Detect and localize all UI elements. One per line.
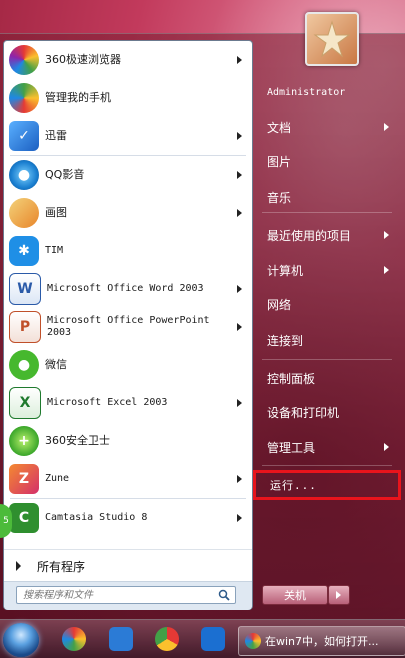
submenu-arrow-icon [384,266,389,274]
excel-icon: X [9,387,41,419]
taskbar-window-title: 在win7中，如何打开... [265,635,379,648]
search-input[interactable] [16,586,236,604]
program-item[interactable]: X Microsoft Excel 2003 [4,384,252,422]
submenu-arrow-icon [384,123,389,131]
run-item[interactable]: 运行... [253,470,401,500]
program-item[interactable]: W Microsoft Office Word 2003 [4,270,252,308]
program-item[interactable]: Z Zune [4,460,252,498]
right-menu-item[interactable]: 管理工具 [253,432,401,462]
program-label: 360极速浏览器 [45,53,121,66]
program-label: Microsoft Office Word 2003 [47,283,204,294]
submenu-arrow-icon [237,514,242,522]
submenu-arrow-icon [237,171,242,179]
program-label: Zune [45,473,70,484]
right-menu-item[interactable]: 设备和打印机 [253,397,401,427]
taskbar-window-icon [245,633,261,649]
right-menu-item[interactable]: 图片 [253,146,401,176]
program-label: 迅雷 [45,129,67,142]
program-label: 微信 [45,358,67,371]
all-programs-label: 所有程序 [37,559,86,574]
programs-pane: 360极速浏览器 管理我的手机 ✓ 迅雷 ● QQ影音画图 ✱ TIM W Microsoft O… [3,40,253,610]
zune-icon: Z [9,464,39,494]
program-label: Camtasia Studio 8 [45,512,148,523]
360-safe-icon: + [9,426,39,456]
right-separator [262,465,392,466]
start-button[interactable] [3,623,39,657]
taskbar-active-window[interactable]: 在win7中，如何打开... [238,626,405,656]
powerpoint-icon: P [9,311,41,343]
all-programs-button[interactable]: 所有程序 [4,549,252,582]
right-menu-label: 计算机 [267,263,304,278]
right-menu-label: 音乐 [267,190,292,205]
program-label: TIM [45,245,64,256]
shutdown-button[interactable]: 关机 [262,585,328,605]
program-item[interactable]: ✱ TIM [4,232,252,270]
triangle-right-icon [16,561,21,571]
submenu-arrow-icon [237,56,242,64]
submenu-arrow-icon [237,399,242,407]
program-label: 360安全卫士 [45,434,110,447]
wechat-icon: ● [9,350,39,380]
qqplayer-icon: ● [9,160,39,190]
search-icon[interactable] [218,589,230,601]
user-avatar[interactable] [305,12,359,66]
program-label: QQ影音 [45,168,85,181]
program-item[interactable]: ✓ 迅雷 [4,117,252,155]
program-item[interactable]: P Microsoft Office PowerPoint 2003 [4,308,252,346]
submenu-arrow-icon [237,285,242,293]
right-menu-label: 管理工具 [267,440,316,455]
program-list: 360极速浏览器 管理我的手机 ✓ 迅雷 ● QQ影音画图 ✱ TIM W Microsoft O… [4,41,252,537]
right-menu-item[interactable]: 控制面板 [253,363,401,393]
submenu-arrow-icon [384,231,389,239]
right-menu-item[interactable]: 文档 [253,112,401,142]
taskbar-chrome-icon[interactable] [155,627,179,651]
starfish-icon [313,20,351,58]
right-menu-label: 文档 [267,120,292,135]
right-menu-label: 运行... [270,479,317,492]
right-menu-item[interactable]: 计算机 [253,255,401,285]
program-item[interactable]: ● QQ影音 [4,156,252,194]
right-menu-label: 设备和打印机 [267,405,340,420]
word-icon: W [9,273,41,305]
program-item[interactable]: +360安全卫士 [4,422,252,460]
tim-icon: ✱ [9,236,39,266]
right-menu-item[interactable]: 网络 [253,289,401,319]
right-menu-item[interactable]: 最近使用的项目 [253,220,401,250]
right-menu-item[interactable]: 音乐 [253,182,401,212]
program-item[interactable]: 管理我的手机 [4,79,252,117]
submenu-arrow-icon [384,443,389,451]
submenu-arrow-icon [237,209,242,217]
user-name[interactable]: Administrator [267,87,345,98]
right-menu-item[interactable]: 连接到 [253,325,401,355]
right-menu-label: 图片 [267,154,292,169]
thunder-icon: ✓ [9,121,39,151]
program-item[interactable]: 360极速浏览器 [4,41,252,79]
program-label: 管理我的手机 [45,91,111,104]
program-item[interactable]: 画图 [4,194,252,232]
taskbar-360-browser-icon[interactable] [62,627,86,651]
program-item[interactable]: ● 微信 [4,346,252,384]
camtasia-icon: C [9,503,39,533]
right-menu-label: 连接到 [267,333,304,348]
right-separator [262,359,392,360]
submenu-arrow-icon [237,475,242,483]
program-item[interactable]: C Camtasia Studio 8 [4,499,252,537]
phone-manager-icon [9,83,39,113]
right-menu-label: 最近使用的项目 [267,228,352,243]
submenu-arrow-icon [237,132,242,140]
search-bar [4,581,252,610]
360-browser-icon [9,45,39,75]
submenu-arrow-icon [237,323,242,331]
program-label: Microsoft Excel 2003 [47,397,168,408]
paint-icon [9,198,39,228]
program-label: 画图 [45,206,67,219]
program-label: Microsoft Office PowerPoint 2003 [47,315,210,338]
right-menu-label: 控制面板 [267,371,316,386]
shutdown-options-button[interactable] [328,585,350,605]
right-menu-label: 网络 [267,297,292,312]
taskbar-thunder-icon[interactable] [201,627,225,651]
taskbar-app-icon[interactable] [109,627,133,651]
right-separator [262,212,392,213]
